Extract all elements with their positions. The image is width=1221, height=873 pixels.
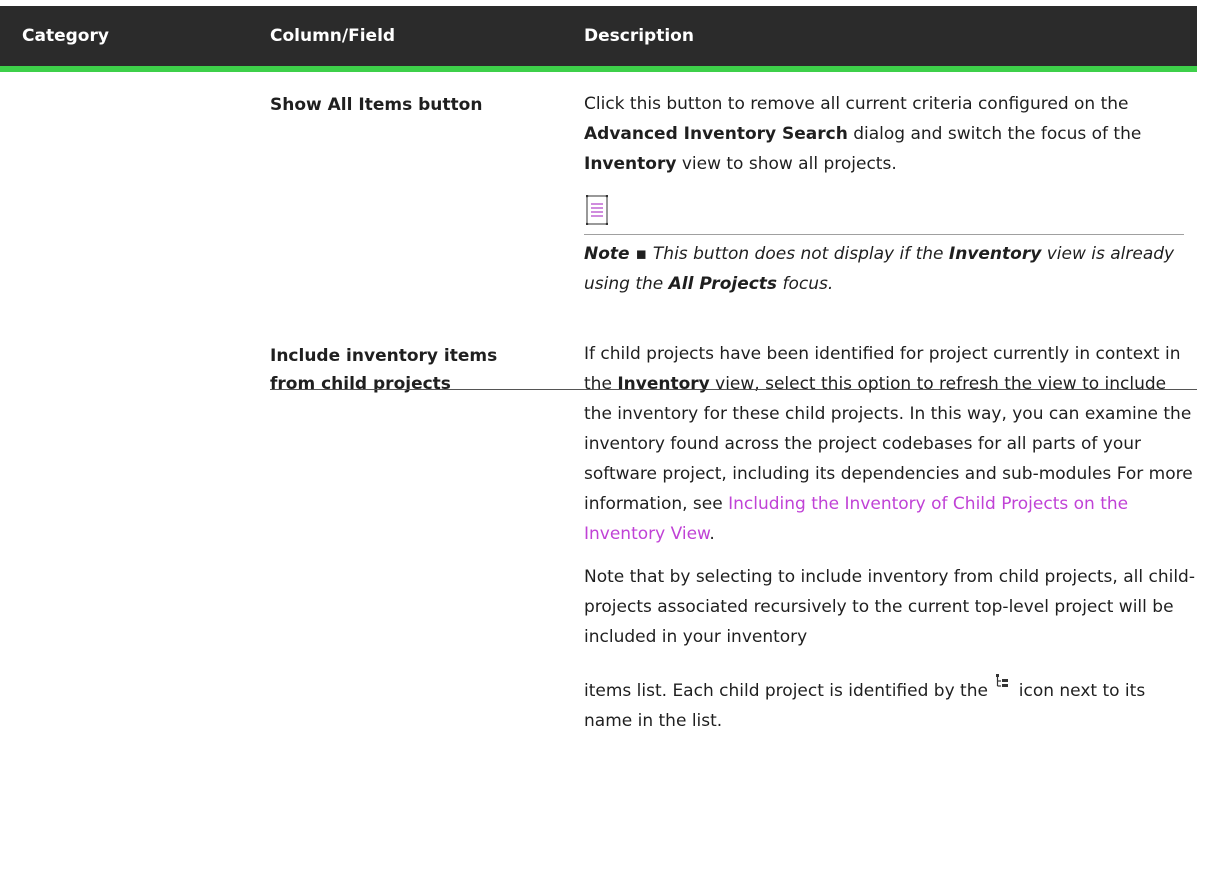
row-divider: [270, 389, 1197, 390]
description-paragraph: items list. Each child project is identi…: [584, 674, 1197, 736]
header-category: Category: [22, 26, 109, 46]
field-name-line: Include inventory items: [270, 346, 498, 366]
note-icon-container: [584, 194, 1184, 235]
table-header: Category Column/Field Description: [0, 6, 1197, 72]
header-column-field: Column/Field: [270, 26, 396, 46]
child-project-icon: [996, 674, 1009, 687]
field-name: Show All Items button: [270, 95, 483, 115]
category-cell: [0, 316, 270, 736]
description-cell: Click this button to remove all current …: [584, 72, 1197, 299]
table-row: Show All Items button Click this button …: [0, 72, 1197, 299]
description-paragraph: Click this button to remove all current …: [584, 94, 1142, 174]
category-cell: [0, 72, 270, 299]
table-row: Include inventory items from child proje…: [0, 316, 1197, 736]
description-paragraph: Note that by selecting to include invent…: [584, 567, 1195, 647]
field-name-line: from child projects: [270, 374, 451, 394]
field-name: Include inventory items from child proje…: [270, 316, 584, 736]
description-cell: If child projects have been identified f…: [584, 316, 1197, 736]
note-text: Note ▪ This button does not display if t…: [584, 244, 1175, 294]
description-paragraph: If child projects have been identified f…: [584, 344, 1193, 544]
header-description: Description: [584, 26, 694, 46]
field-description-table: Category Column/Field Description Show A…: [0, 6, 1197, 736]
note-icon: [586, 195, 608, 225]
